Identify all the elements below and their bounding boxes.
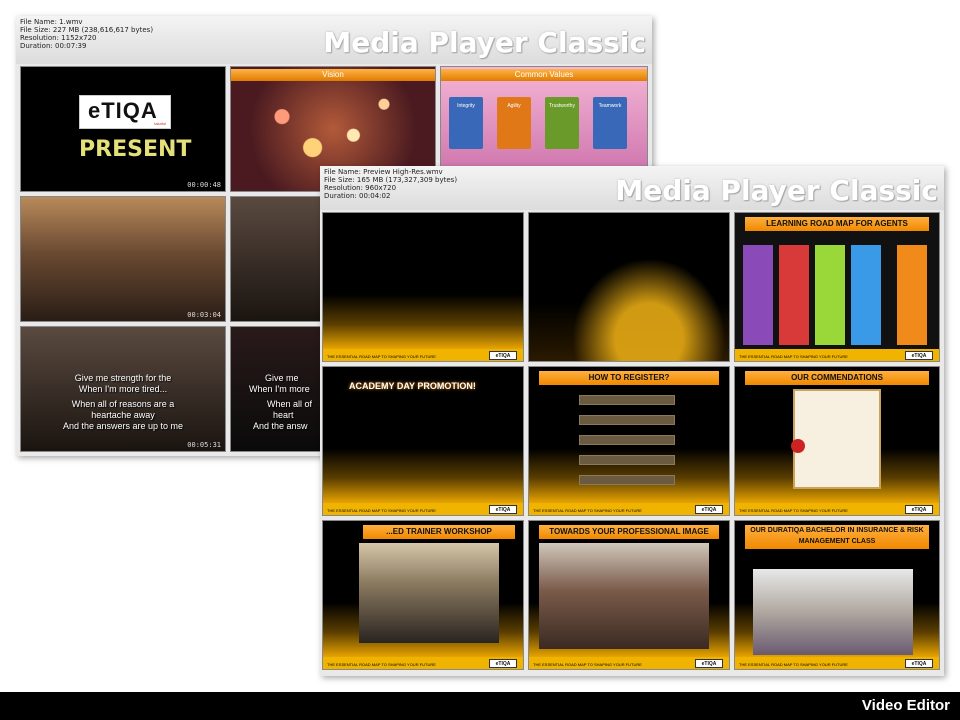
roadmap-column [897,245,927,345]
video-editor-label: Video Editor [861,697,950,714]
slide-banner: OUR DURATIQA BACHELOR IN INSURANCE & RIS… [745,525,929,549]
slide-footer: THE ESSENTIAL ROAD MAP TO SHAPING YOUR F… [323,349,523,361]
slide-footer: THE ESSENTIAL ROAD MAP TO SHAPING YOUR F… [529,503,729,515]
slide-footer: THE ESSENTIAL ROAD MAP TO SHAPING YOUR F… [323,503,523,515]
lyric-line: When all of reasons are a [71,399,175,409]
video-thumbnail[interactable]: THE ESSENTIAL ROAD MAP TO SHAPING YOUR F… [322,212,524,362]
value-card: Teamwork [593,97,627,149]
class-photo [753,569,913,655]
workshop-photo [359,543,499,643]
video-thumbnail[interactable]: 00:03:04 [20,196,226,322]
file-size: File Size: 227 MB (238,616,617 bytes) [20,26,154,34]
certificate-image [793,389,881,489]
etiqa-logo: eTIQA [695,505,723,514]
slide-banner: OUR COMMENDATIONS [745,371,929,385]
video-thumbnail[interactable]: eTIQA takaful PRESENT 00:00:48 [20,66,226,192]
sheet-2-header: File Name: Preview High-Res.wmv File Siz… [320,166,944,210]
video-thumbnail[interactable]: OUR COMMENDATIONS THE ESSENTIAL ROAD MAP… [734,366,940,516]
slide-footer: THE ESSENTIAL ROAD MAP TO SHAPING YOUR F… [735,349,939,361]
register-step [579,455,675,465]
register-step [579,435,675,445]
etiqa-logo: eTIQA [905,659,933,668]
duration: Duration: 00:07:39 [20,42,87,50]
video-thumbnail[interactable] [528,212,730,362]
video-thumbnail[interactable]: OUR DURATIQA BACHELOR IN INSURANCE & RIS… [734,520,940,670]
roadmap-column [851,245,881,345]
seal-icon [791,439,805,453]
register-step [579,415,675,425]
lyric-line: And the answers are up to me [62,421,184,431]
timestamp: 00:00:48 [187,181,221,189]
video-thumbnail[interactable]: ...ED TRAINER WORKSHOP THE ESSENTIAL ROA… [322,520,524,670]
roadmap-column [743,245,773,345]
media-player-brand: Media Player Classic [323,26,646,59]
lyric-line: heartache away [91,410,155,420]
value-card: Integrity [449,97,483,149]
etiqa-logo: eTIQA [489,505,517,514]
value-card: Trustworthy [545,97,579,149]
roadmap-column [815,245,845,345]
etiqa-logo: eTIQA [905,351,933,360]
etiqa-logo: eTIQA [489,351,517,360]
duration: Duration: 00:04:02 [324,192,391,200]
media-player-brand: Media Player Classic [615,174,938,207]
slide-footer: THE ESSENTIAL ROAD MAP TO SHAPING YOUR F… [735,657,939,669]
stage: File Name: 1.wmv File Size: 227 MB (238,… [0,0,960,720]
slide-banner: HOW TO REGISTER? [539,371,719,385]
etiqa-logo: eTIQA [695,659,723,668]
lyric-line: When I'm more tired... [78,384,168,394]
timestamp: 00:03:04 [187,311,221,319]
thumbnail-sheet-2: File Name: Preview High-Res.wmv File Siz… [320,166,944,676]
present-caption: PRESENT [79,137,192,162]
register-step [579,475,675,485]
value-card: Agility [497,97,531,149]
slide-banner: TOWARDS YOUR PROFESSIONAL IMAGE [539,525,719,539]
register-step [579,395,675,405]
roadmap-column [779,245,809,345]
video-thumbnail[interactable]: LEARNING ROAD MAP FOR AGENTS THE ESSENTI… [734,212,940,362]
sheet-1-file-info: File Name: 1.wmv File Size: 227 MB (238,… [20,18,153,50]
slide-footer: THE ESSENTIAL ROAD MAP TO SHAPING YOUR F… [529,657,729,669]
sheet-1-header: File Name: 1.wmv File Size: 227 MB (238,… [16,16,652,64]
etiqa-logo: eTIQA takaful [79,95,171,129]
etiqa-logo: eTIQA [489,659,517,668]
video-thumbnail[interactable]: ACADEMY DAY PROMOTION! THE ESSENTIAL ROA… [322,366,524,516]
file-name: File Name: 1.wmv [20,18,83,26]
slide-footer: THE ESSENTIAL ROAD MAP TO SHAPING YOUR F… [735,503,939,515]
video-thumbnail[interactable]: Give me strength for the When I'm more t… [20,326,226,452]
resolution: Resolution: 960x720 [324,184,397,192]
slide-banner: Common Values [441,69,647,81]
file-name: File Name: Preview High-Res.wmv [324,168,443,176]
lyric-line: Give me strength for the [74,373,172,383]
timestamp: 00:05:31 [187,441,221,449]
resolution: Resolution: 1152x720 [20,34,97,42]
slide-banner: LEARNING ROAD MAP FOR AGENTS [745,217,929,231]
video-thumbnail[interactable]: HOW TO REGISTER? THE ESSENTIAL ROAD MAP … [528,366,730,516]
video-thumbnail[interactable]: TOWARDS YOUR PROFESSIONAL IMAGE THE ESSE… [528,520,730,670]
etiqa-logo: eTIQA [905,505,933,514]
hall-photo [539,543,709,649]
slide-banner: ...ED TRAINER WORKSHOP [363,525,515,539]
slide-banner: Vision [231,69,435,81]
slide-footer: THE ESSENTIAL ROAD MAP TO SHAPING YOUR F… [323,657,523,669]
slide-banner: ACADEMY DAY PROMOTION! [349,381,476,391]
file-size: File Size: 165 MB (173,327,309 bytes) [324,176,458,184]
sheet-2-file-info: File Name: Preview High-Res.wmv File Siz… [324,168,457,200]
bottom-bar: Video Editor [0,692,960,720]
